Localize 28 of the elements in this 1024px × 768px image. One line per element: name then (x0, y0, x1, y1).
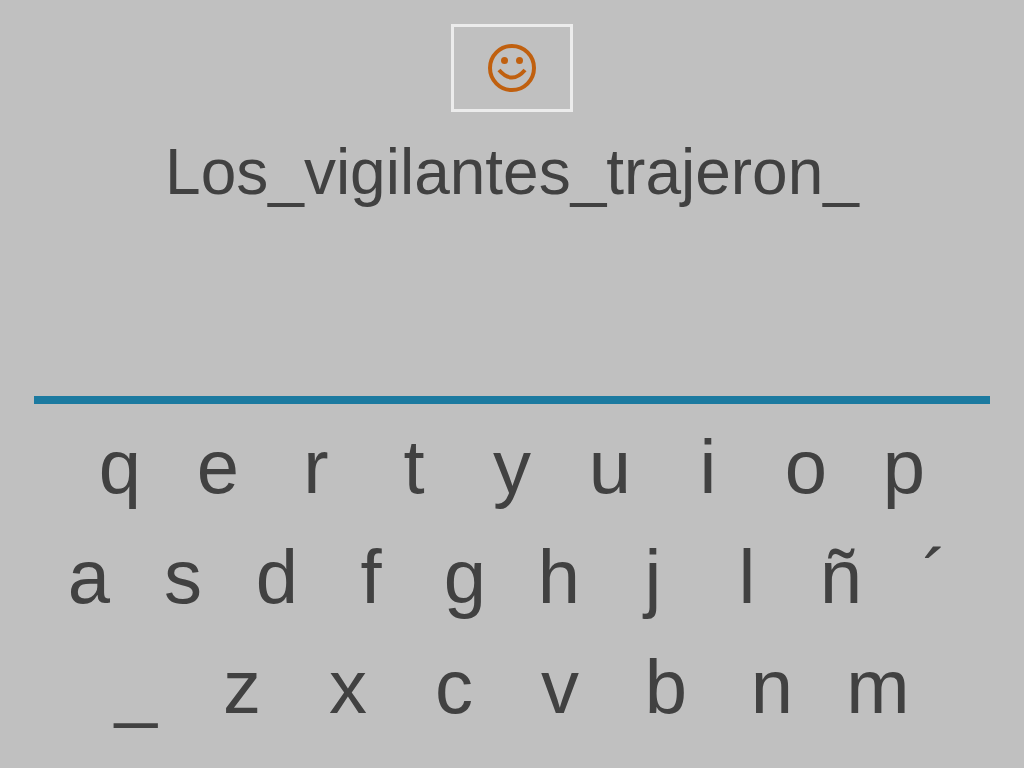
letter-key[interactable]: z (189, 632, 295, 742)
letter-key[interactable]: r (267, 412, 365, 522)
letter-key[interactable]: f (324, 522, 418, 632)
letter-key[interactable]: c (401, 632, 507, 742)
letter-key[interactable]: d (230, 522, 324, 632)
letter-key[interactable]: u (561, 412, 659, 522)
letter-key[interactable]: p (855, 412, 953, 522)
letter-key[interactable]: t (365, 412, 463, 522)
letter-key[interactable]: l (700, 522, 794, 632)
letter-key[interactable]: y (463, 412, 561, 522)
letter-key[interactable]: v (507, 632, 613, 742)
letter-key[interactable]: q (71, 412, 169, 522)
letter-key[interactable]: b (613, 632, 719, 742)
letter-key[interactable]: i (659, 412, 757, 522)
smiley-icon (487, 43, 537, 93)
letter-key[interactable]: h (512, 522, 606, 632)
letter-key[interactable]: e (169, 412, 267, 522)
letter-key[interactable]: n (719, 632, 825, 742)
letter-key[interactable]: a (42, 522, 136, 632)
letter-key[interactable]: o (757, 412, 855, 522)
letter-key[interactable]: _ (83, 632, 189, 742)
letter-key[interactable]: g (418, 522, 512, 632)
letter-key[interactable]: x (295, 632, 401, 742)
letter-key[interactable]: j (606, 522, 700, 632)
letter-key[interactable]: ´ (888, 522, 982, 632)
letter-key[interactable]: m (825, 632, 931, 742)
letter-key[interactable]: s (136, 522, 230, 632)
letter-key[interactable]: ñ (794, 522, 888, 632)
